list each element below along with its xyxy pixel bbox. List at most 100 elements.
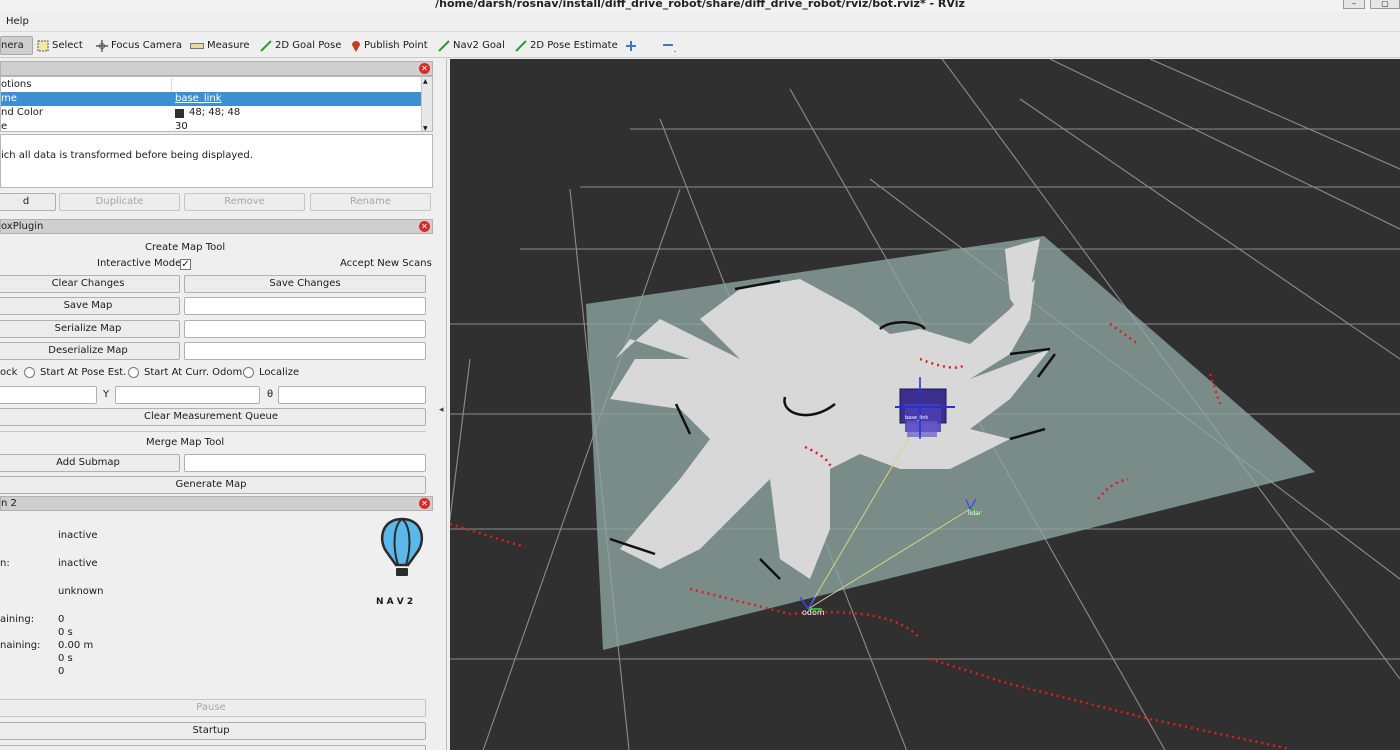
serialize-map-button[interactable]: Serialize Map <box>0 320 180 338</box>
tool-nav2-goal-label: Nav2 Goal <box>453 40 505 51</box>
left-dock: ✕ otions me base_link nd Color 48; 48; 4… <box>0 59 447 750</box>
clear-changes-button[interactable]: Clear Changes <box>0 275 180 293</box>
interactive-mode-checkbox[interactable]: ✓ <box>180 259 191 270</box>
nav2-recoveries: 0 <box>58 666 65 677</box>
save-map-button[interactable]: Save Map <box>0 297 180 315</box>
nav2-feedback-status: unknown <box>58 586 104 597</box>
base-link-frame-label: base_link <box>905 415 928 421</box>
tool-publish-point-label: Publish Point <box>364 40 428 51</box>
radio-start-pose-est-label[interactable]: Start At Pose Est. <box>40 367 126 378</box>
rename-display-button[interactable]: Rename <box>310 193 431 211</box>
3d-viewport[interactable]: odom lidar base_link <box>450 59 1400 750</box>
nav2-panel-title: n 2 <box>1 498 17 509</box>
slam-panel-header: oxPlugin ✕ <box>0 219 433 234</box>
odom-frame-marker: odom <box>799 596 825 617</box>
radio-localize[interactable] <box>243 367 254 378</box>
tree-row-name: e <box>1 121 8 132</box>
nav2-localization-status: inactive <box>58 558 98 569</box>
tree-row-fixed-frame[interactable]: me base_link <box>1 92 422 106</box>
theta-input[interactable] <box>278 386 426 404</box>
nav2-logo-text: N A V 2 <box>376 597 414 607</box>
tree-row-name: me <box>1 93 17 104</box>
clear-measurement-queue-button[interactable]: Clear Measurement Queue <box>0 408 426 426</box>
add-tool-button[interactable] <box>625 36 637 55</box>
pause-button[interactable]: Pause <box>0 699 426 717</box>
tool-2d-pose-estimate-label: 2D Pose Estimate <box>530 40 618 51</box>
radio-start-pose-est[interactable] <box>24 367 35 378</box>
remove-display-button[interactable]: Remove <box>184 193 305 211</box>
close-icon[interactable]: ✕ <box>419 498 430 509</box>
nav2-label-poses-remaining: aining: <box>0 614 35 625</box>
menu-help[interactable]: Help <box>6 16 29 27</box>
generate-map-button[interactable]: Generate Map <box>0 476 426 494</box>
merge-map-tool-label: Merge Map Tool <box>146 437 225 448</box>
tree-scrollbar[interactable]: ▲ ▼ <box>421 77 432 131</box>
radio-localize-label[interactable]: Localize <box>259 367 299 378</box>
radio-start-curr-odom-label[interactable]: Start At Curr. Odom <box>144 367 242 378</box>
save-changes-button[interactable]: Save Changes <box>184 275 426 293</box>
close-icon[interactable]: ✕ <box>419 221 430 232</box>
tool-measure-label: Measure <box>207 40 250 51</box>
scroll-up-icon[interactable]: ▲ <box>423 78 428 85</box>
deserialize-map-button[interactable]: Deserialize Map <box>0 342 180 360</box>
scroll-down-icon[interactable]: ▼ <box>423 125 428 131</box>
property-description: ich all data is transformed before being… <box>0 134 433 188</box>
deserialize-map-name-input[interactable] <box>184 342 426 360</box>
nav2-panel-header: n 2 ✕ <box>0 496 433 511</box>
tool-2d-pose-estimate[interactable]: 2D Pose Estimate <box>515 36 618 55</box>
displays-panel-header: ✕ <box>0 61 433 76</box>
tree-row-name: nd Color <box>1 107 43 118</box>
nav2-label-localization: n: <box>0 558 10 569</box>
divider <box>0 431 426 432</box>
tool-measure[interactable]: Measure <box>190 36 250 55</box>
color-swatch[interactable] <box>175 109 184 118</box>
duplicate-display-button[interactable]: Duplicate <box>59 193 180 211</box>
tool-nav2-goal[interactable]: Nav2 Goal <box>438 36 505 55</box>
tree-row-background-color[interactable]: nd Color 48; 48; 48 <box>1 106 422 120</box>
y-label: Y <box>103 389 110 400</box>
maximize-icon[interactable]: ▢ <box>1370 0 1400 9</box>
tool-focus-camera[interactable]: Focus Camera <box>96 36 182 55</box>
tool-publish-point[interactable]: Publish Point <box>351 36 428 55</box>
serialize-map-name-input[interactable] <box>184 320 426 338</box>
x-coordinate-input[interactable] <box>0 386 97 404</box>
minus-icon <box>663 43 676 52</box>
tree-row-value[interactable]: 30 <box>175 120 188 131</box>
add-submap-button[interactable]: Add Submap <box>0 454 180 472</box>
startup-button[interactable]: Startup <box>0 722 426 740</box>
radio-lock-label[interactable]: ock <box>0 367 17 378</box>
nav2-navigation-status: inactive <box>58 530 98 541</box>
odom-frame-label: odom <box>802 608 825 617</box>
next-button-partial[interactable] <box>0 745 426 750</box>
y-coordinate-input[interactable] <box>115 386 260 404</box>
dock-splitter-handle[interactable]: ◂ <box>439 405 444 415</box>
slam-panel-title: oxPlugin <box>1 221 44 232</box>
nav2-eta: 0 s <box>58 627 73 638</box>
tool-select[interactable]: Select <box>37 36 83 55</box>
nav2-distance-remaining: 0.00 m <box>58 640 94 651</box>
menu-bar: Help <box>0 12 1400 32</box>
window-title: /home/darsh/rosnav/install/diff_drive_ro… <box>435 0 965 10</box>
tree-row-value[interactable]: base_link <box>175 92 222 106</box>
ruler-icon <box>190 42 204 49</box>
tree-header-label: otions <box>1 79 32 90</box>
minimize-icon[interactable]: – <box>1343 0 1365 9</box>
window-title-bar: /home/darsh/rosnav/install/diff_drive_ro… <box>0 0 1400 12</box>
tool-2d-goal-pose[interactable]: 2D Goal Pose <box>260 36 341 55</box>
tool-select-label: Select <box>52 40 83 51</box>
displays-tree[interactable]: otions me base_link nd Color 48; 48; 48 … <box>0 76 433 132</box>
remove-tool-button[interactable] <box>662 36 678 55</box>
submap-name-input[interactable] <box>184 454 426 472</box>
tool-2d-goal-pose-label: 2D Goal Pose <box>275 40 342 51</box>
tree-row-value[interactable]: 48; 48; 48 <box>189 106 240 120</box>
plus-icon <box>626 40 636 51</box>
add-display-button[interactable]: d <box>0 193 56 211</box>
tool-move-camera[interactable]: nera <box>0 36 33 55</box>
tree-row-frame-rate[interactable]: e 30 <box>1 120 422 132</box>
close-icon[interactable]: ✕ <box>419 63 430 74</box>
radio-start-curr-odom[interactable] <box>128 367 139 378</box>
save-map-name-input[interactable] <box>184 297 426 315</box>
goal-arrow-icon <box>260 39 272 52</box>
render-canvas[interactable]: odom lidar base_link <box>450 59 1400 750</box>
accept-new-scans-label: Accept New Scans <box>340 258 432 269</box>
